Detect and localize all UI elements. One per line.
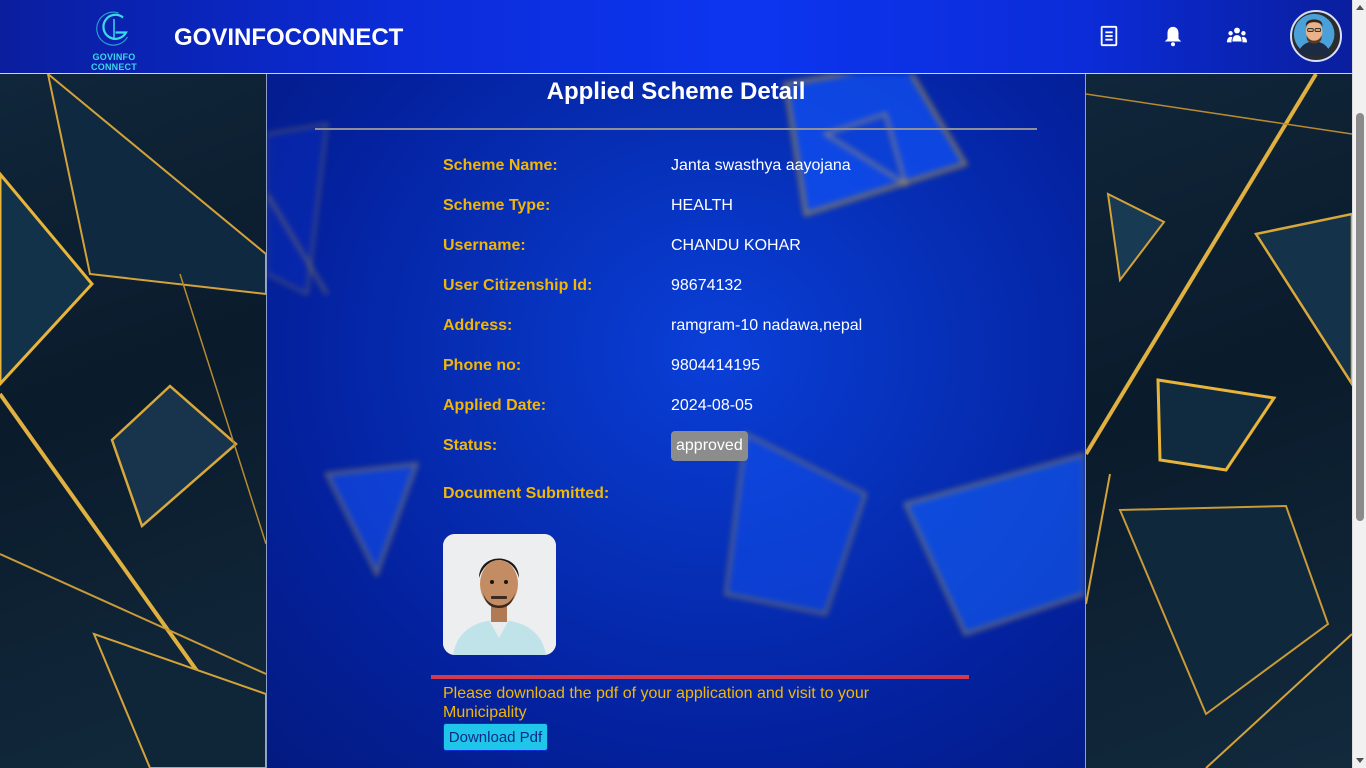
users-icon[interactable] — [1225, 24, 1249, 48]
top-navbar: GOVINFO CONNECT GOVINFOCONNECT — [0, 0, 1352, 74]
avatar-icon — [1293, 13, 1335, 57]
status-badge: approved — [671, 431, 748, 461]
document-icon[interactable] — [1097, 24, 1121, 48]
user-avatar[interactable] — [1290, 10, 1342, 62]
detail-value: CHANDU KOHAR — [671, 237, 801, 254]
title-divider — [315, 128, 1037, 130]
detail-value: 2024-08-05 — [671, 397, 753, 414]
brand-logo[interactable]: GOVINFO CONNECT — [74, 10, 154, 72]
detail-value: HEALTH — [671, 197, 733, 214]
detail-value: ramgram-10 nadawa,nepal — [671, 317, 863, 334]
documents-label: Document Submitted: — [443, 485, 610, 502]
brand-title[interactable]: GOVINFOCONNECT — [174, 24, 403, 52]
page-title: Applied Scheme Detail — [546, 78, 806, 105]
detail-label: Scheme Name: — [443, 157, 558, 174]
detail-value: 9804414195 — [671, 357, 760, 374]
download-notice: Please download the pdf of your applicat… — [443, 685, 870, 721]
bell-icon[interactable] — [1161, 24, 1185, 48]
download-pdf-button[interactable]: Download Pdf — [443, 723, 548, 751]
content-panel — [266, 74, 1086, 768]
detail-label: Applied Date: — [443, 397, 547, 414]
detail-label: Scheme Type: — [443, 197, 551, 214]
detail-label: Phone no: — [443, 357, 522, 374]
detail-label: User Citizenship Id: — [443, 277, 593, 294]
scroll-up-arrow-icon[interactable] — [1356, 5, 1364, 10]
page-scrollbar[interactable] — [1352, 0, 1366, 768]
status-label: Status: — [443, 437, 498, 454]
detail-label: Address: — [443, 317, 513, 334]
scrollbar-thumb[interactable] — [1356, 113, 1364, 521]
logo-g-icon — [96, 11, 128, 46]
detail-value: Janta swasthya aayojana — [671, 157, 851, 174]
person-photo-icon — [443, 534, 556, 655]
background-pattern-right — [1086, 74, 1352, 768]
submitted-document-image[interactable] — [443, 534, 556, 655]
detail-value: 98674132 — [671, 277, 743, 294]
background-pattern-left — [0, 74, 266, 768]
detail-label: Username: — [443, 237, 526, 254]
scroll-down-arrow-icon[interactable] — [1356, 758, 1364, 763]
logo-text: GOVINFO CONNECT — [91, 52, 137, 72]
notice-divider — [431, 675, 969, 679]
